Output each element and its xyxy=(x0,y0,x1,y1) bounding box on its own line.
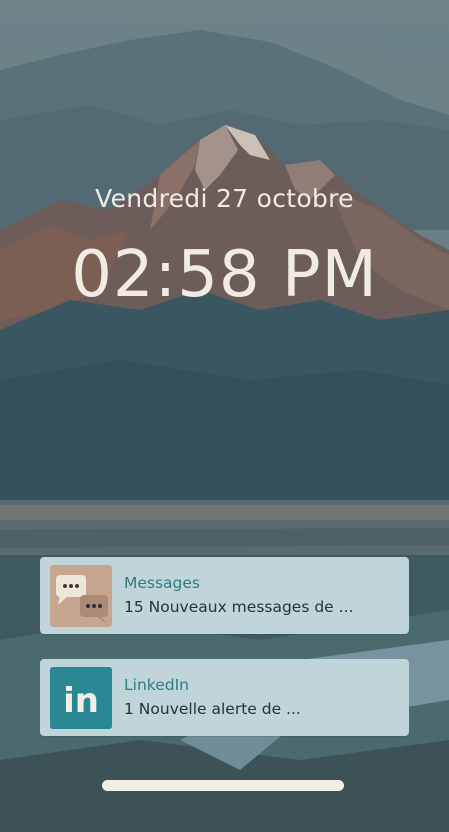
linkedin-icon: in xyxy=(50,667,112,729)
notification-messages[interactable]: Messages 15 Nouveaux messages de ... xyxy=(40,557,409,634)
notification-app-name: Messages xyxy=(124,574,201,592)
notification-app-name: LinkedIn xyxy=(124,676,189,694)
lock-time: 02:58 PM xyxy=(71,238,378,312)
notification-text: 1 Nouvelle alerte de ... xyxy=(124,700,301,718)
notification-text: 15 Nouveaux messages de ... xyxy=(124,598,354,616)
home-indicator[interactable] xyxy=(102,780,344,791)
messages-icon xyxy=(50,565,112,627)
lock-date: Vendredi 27 octobre xyxy=(95,184,354,213)
lock-screen: Vendredi 27 octobre 02:58 PM Messages 15… xyxy=(0,0,449,832)
notification-linkedin[interactable]: in LinkedIn 1 Nouvelle alerte de ... xyxy=(40,659,409,736)
linkedin-icon-text: in xyxy=(63,681,99,721)
